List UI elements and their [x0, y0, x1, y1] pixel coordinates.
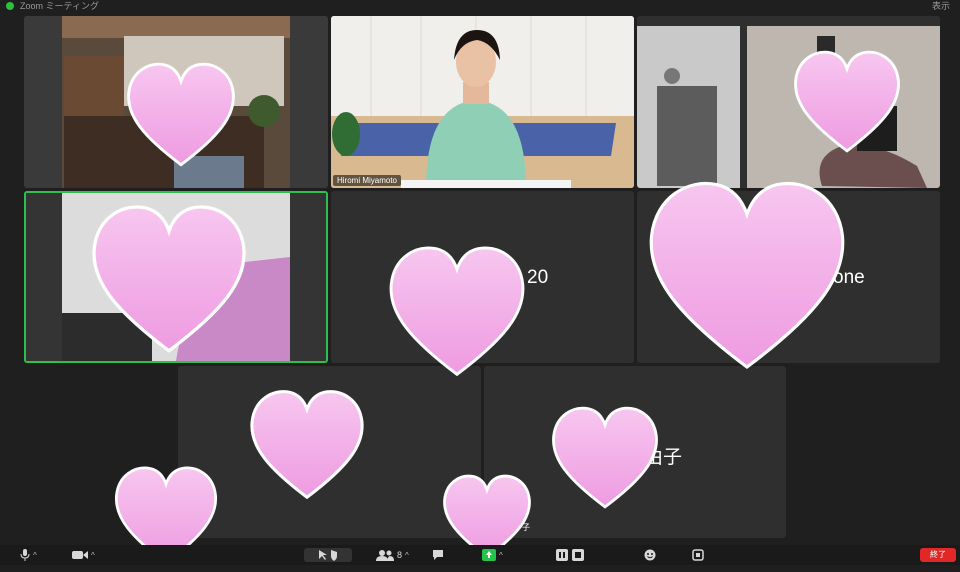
participant-name: 20 — [527, 267, 549, 288]
reactions-button[interactable] — [644, 548, 656, 562]
share-screen-button[interactable]: ^ — [482, 548, 503, 562]
meeting-toolbar: ^ ^ 8 ^ ^ 終了 — [0, 545, 960, 565]
heart-icon — [127, 62, 235, 167]
apps-button[interactable] — [692, 548, 704, 562]
security-icon — [319, 550, 337, 561]
heart-icon — [649, 182, 845, 370]
chevron-up-icon[interactable]: ^ — [499, 551, 503, 560]
heart-icon — [389, 246, 525, 377]
apps-icon — [692, 549, 704, 561]
participant-video-2 — [331, 16, 634, 188]
chevron-up-icon[interactable]: ^ — [33, 551, 37, 560]
reactions-icon — [644, 549, 656, 561]
video-icon — [72, 551, 88, 559]
chat-button[interactable] — [432, 548, 444, 562]
chevron-up-icon[interactable]: ^ — [405, 551, 409, 560]
heart-icon — [92, 205, 246, 353]
chevron-up-icon[interactable]: ^ — [91, 551, 95, 560]
window-title: Zoom ミーティング — [20, 1, 99, 11]
end-meeting-button[interactable]: 終了 — [920, 548, 956, 562]
share-icon — [482, 549, 496, 561]
record-icon — [556, 549, 584, 561]
heart-icon — [552, 406, 658, 509]
window-titlebar: Zoom ミーティング 表示 — [0, 0, 960, 12]
participant-name-label: Hiromi Miyamoto — [333, 175, 402, 186]
heart-icon — [794, 50, 900, 153]
mute-button[interactable]: ^ — [20, 548, 37, 562]
window-status-dot — [6, 2, 14, 10]
participants-icon — [376, 550, 394, 561]
record-button[interactable] — [556, 548, 586, 562]
mic-icon — [20, 549, 30, 561]
video-tile-2[interactable]: Hiromi Miyamoto — [331, 16, 634, 188]
participants-count: 8 — [397, 550, 403, 560]
video-button[interactable]: ^ — [72, 548, 95, 562]
participants-button[interactable]: 8 ^ — [376, 548, 409, 562]
view-toggle[interactable]: 表示 — [932, 0, 950, 12]
chat-icon — [433, 550, 443, 560]
security-button[interactable] — [304, 548, 352, 562]
heart-icon — [250, 390, 364, 500]
